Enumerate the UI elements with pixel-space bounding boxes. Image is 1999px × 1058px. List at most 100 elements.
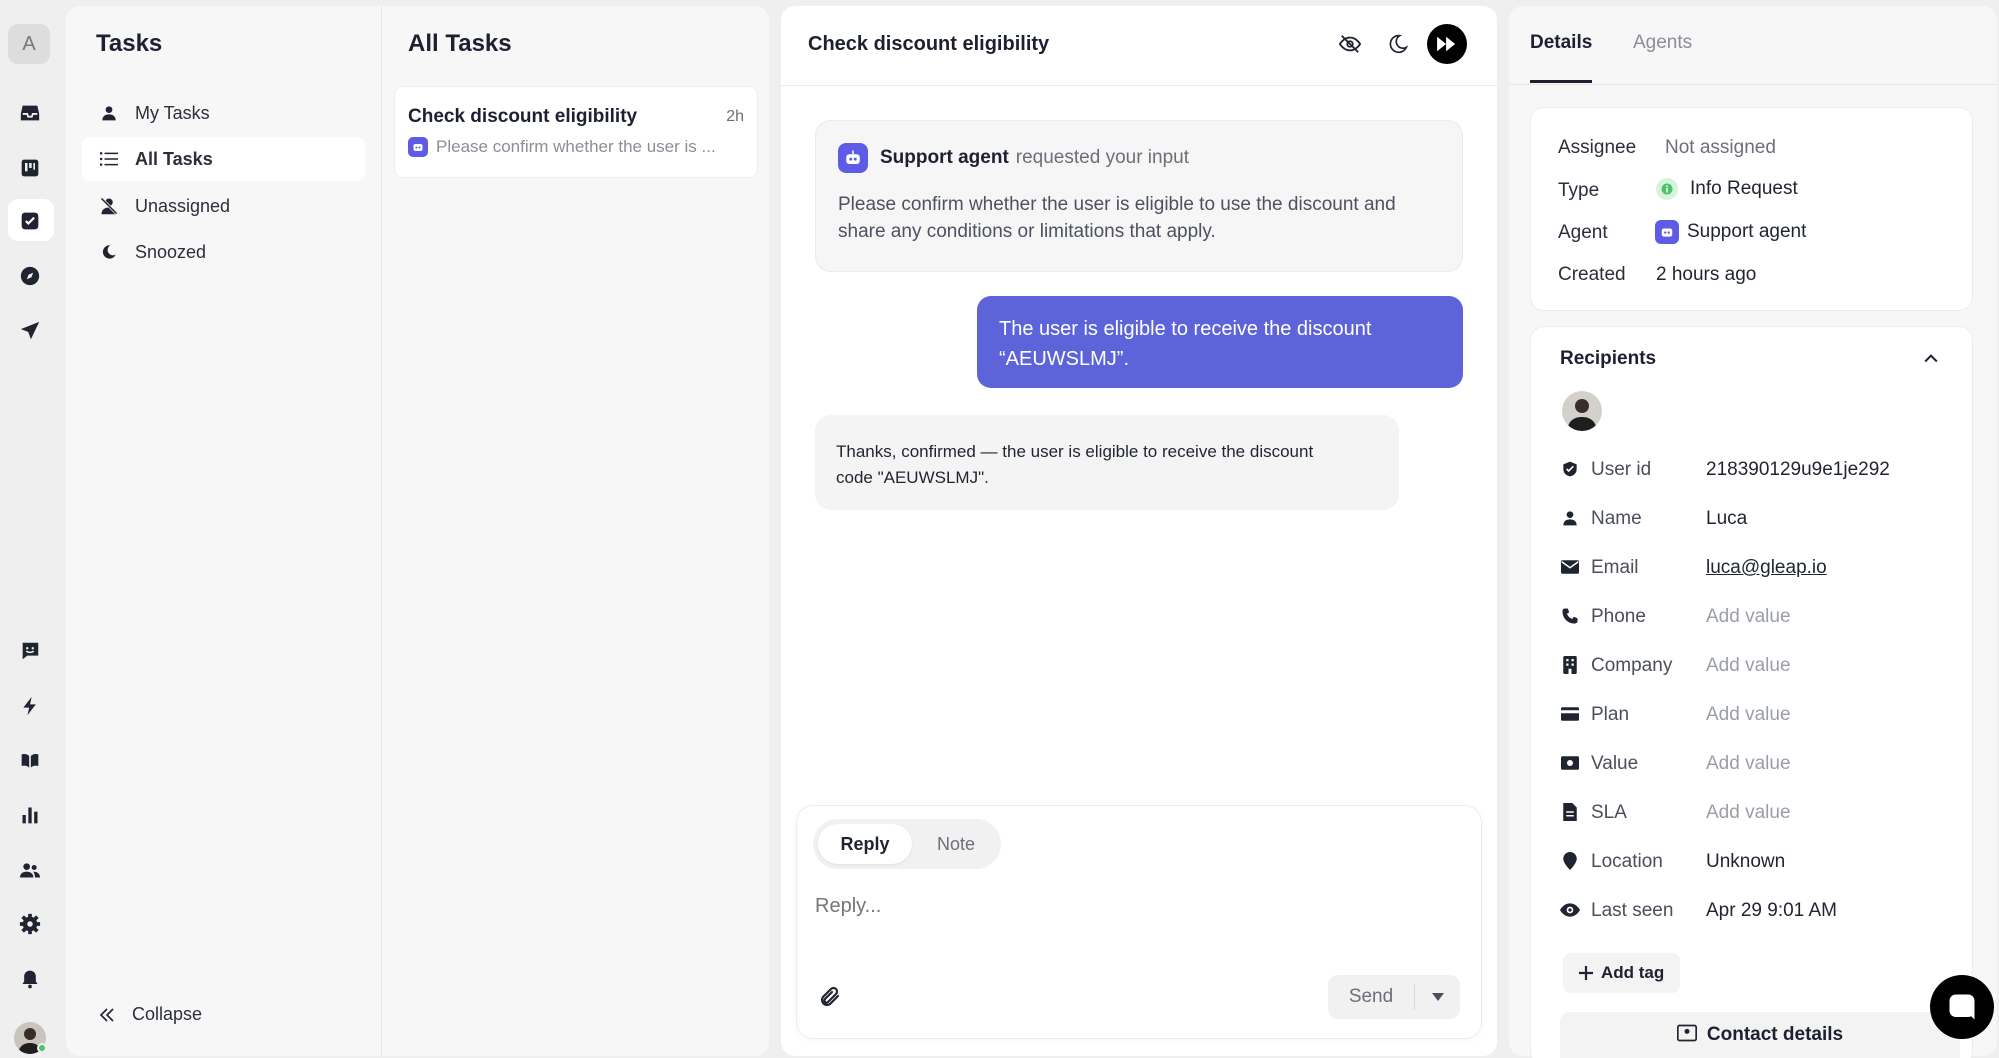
shield-icon (1560, 459, 1580, 479)
chat-bubble-icon (1947, 992, 1977, 1022)
type-label: Type (1558, 180, 1600, 201)
recipient-avatar[interactable] (1562, 391, 1602, 431)
feedback-icon[interactable] (16, 637, 44, 665)
document-icon (1560, 802, 1580, 822)
assignee-label: Assignee (1558, 137, 1637, 158)
company-value[interactable]: Add value (1706, 655, 1791, 677)
name-value[interactable]: Luca (1706, 508, 1747, 530)
resolve-button[interactable] (1427, 24, 1467, 64)
double-chevron-left-icon (98, 1006, 116, 1024)
task-age: 2h (726, 108, 744, 125)
last-seen-value: Apr 29 9:01 AM (1706, 900, 1837, 921)
phone-icon (1560, 606, 1580, 626)
send-options-button[interactable] (1416, 975, 1460, 1019)
chevron-up-icon[interactable] (1921, 349, 1941, 369)
person-icon (1560, 508, 1580, 528)
add-tag-button[interactable]: Add tag (1563, 953, 1681, 993)
agent-request-card: Support agent requested your input Pleas… (815, 120, 1463, 272)
support-chat-button[interactable] (1930, 975, 1994, 1039)
tab-note-label: Note (936, 833, 976, 854)
tab-reply[interactable]: Reply (818, 824, 912, 864)
chart-icon[interactable] (16, 801, 44, 829)
people-icon[interactable] (16, 856, 44, 884)
contact-details-label: Contact details (1706, 1024, 1844, 1045)
nav-item-label: All Tasks (135, 148, 213, 169)
field-label: Value (1591, 753, 1639, 774)
recipients-title: Recipients (1560, 348, 1657, 369)
reply-input[interactable] (815, 886, 1455, 926)
eye-off-icon (1338, 33, 1362, 55)
header-divider (781, 85, 1497, 86)
tab-agents[interactable]: Agents (1633, 32, 1692, 54)
message-line: code "AEUWSLMJ". (836, 468, 989, 487)
book-icon[interactable] (16, 747, 44, 775)
plus-icon (1579, 966, 1593, 980)
hide-button[interactable] (1330, 24, 1370, 64)
tab-details[interactable]: Details (1530, 32, 1592, 54)
card-icon (1560, 704, 1580, 724)
sla-value[interactable]: Add value (1706, 802, 1791, 824)
tab-note[interactable]: Note (914, 824, 998, 864)
conversation-title: Check discount eligibility (808, 33, 1050, 55)
task-preview: Please confirm whether the user is ... (436, 137, 716, 156)
agent-name: Support agent (880, 147, 1009, 168)
task-list-item[interactable]: Check discount eligibility 2h Please con… (394, 86, 758, 178)
field-label: Last seen (1591, 900, 1674, 921)
gear-icon[interactable] (16, 910, 44, 938)
request-action: requested your input (1015, 147, 1190, 168)
add-tag-label: Add tag (1601, 963, 1665, 982)
money-icon (1560, 753, 1580, 773)
workspace-avatar[interactable]: A (8, 24, 50, 64)
incoming-message: Thanks, confirmed — the user is eligible… (815, 415, 1399, 510)
type-value: Info Request (1656, 178, 1798, 200)
nav-item-unassigned[interactable]: Unassigned (82, 184, 365, 228)
fast-forward-icon (1436, 35, 1458, 53)
explore-icon[interactable] (16, 262, 44, 290)
field-label: SLA (1591, 802, 1627, 823)
attachment-icon[interactable] (818, 984, 842, 1010)
assignee-value[interactable]: Not assigned (1665, 137, 1776, 159)
field-label: Location (1591, 851, 1663, 872)
plan-value[interactable]: Add value (1706, 704, 1791, 726)
type-value-label: Info Request (1690, 178, 1798, 199)
inbox-icon[interactable] (16, 99, 44, 127)
field-label: Company (1591, 655, 1673, 676)
bot-icon (408, 137, 428, 157)
location-value: Unknown (1706, 851, 1786, 872)
all-tasks-title: All Tasks (408, 30, 512, 57)
email-link[interactable]: luca@gleap.io (1706, 557, 1827, 579)
send-icon[interactable] (16, 317, 44, 345)
moon-icon (98, 241, 120, 263)
field-label: Plan (1591, 704, 1630, 725)
person-off-icon (98, 195, 120, 217)
nav-item-my-tasks[interactable]: My Tasks (82, 91, 365, 135)
send-button[interactable]: Send (1328, 975, 1414, 1019)
outgoing-message: The user is eligible to receive the disc… (977, 296, 1463, 388)
message-line: “AEUWSLMJ”. (999, 348, 1129, 370)
phone-value[interactable]: Add value (1706, 606, 1791, 628)
contact-icon (1676, 1024, 1697, 1058)
contact-details-button[interactable]: Contact details (1560, 1012, 1960, 1058)
board-icon[interactable] (16, 154, 44, 182)
task-title: Check discount eligibility (408, 106, 638, 127)
bot-icon (1655, 220, 1679, 244)
snooze-button[interactable] (1378, 24, 1418, 64)
value-value[interactable]: Add value (1706, 753, 1791, 775)
nav-item-snoozed[interactable]: Snoozed (82, 230, 365, 274)
mail-icon (1560, 557, 1580, 577)
app-rail: A (0, 0, 60, 1058)
moon-icon (1388, 33, 1408, 55)
list-icon (98, 148, 120, 170)
contact-details-clip: Contact details (1560, 1012, 1960, 1058)
tasks-icon[interactable] (16, 207, 44, 235)
field-label: Name (1591, 508, 1642, 529)
collapse-button[interactable]: Collapse (98, 1004, 202, 1025)
nav-item-all-tasks[interactable]: All Tasks (82, 137, 365, 181)
bolt-icon[interactable] (16, 692, 44, 720)
tab-reply-label: Reply (840, 833, 890, 854)
composer-mode-toggle: Reply Note (813, 819, 1001, 869)
field-label: User id (1591, 459, 1652, 480)
send-label: Send (1348, 986, 1394, 1007)
bell-icon[interactable] (16, 965, 44, 993)
nav-item-label: Unassigned (135, 195, 231, 216)
